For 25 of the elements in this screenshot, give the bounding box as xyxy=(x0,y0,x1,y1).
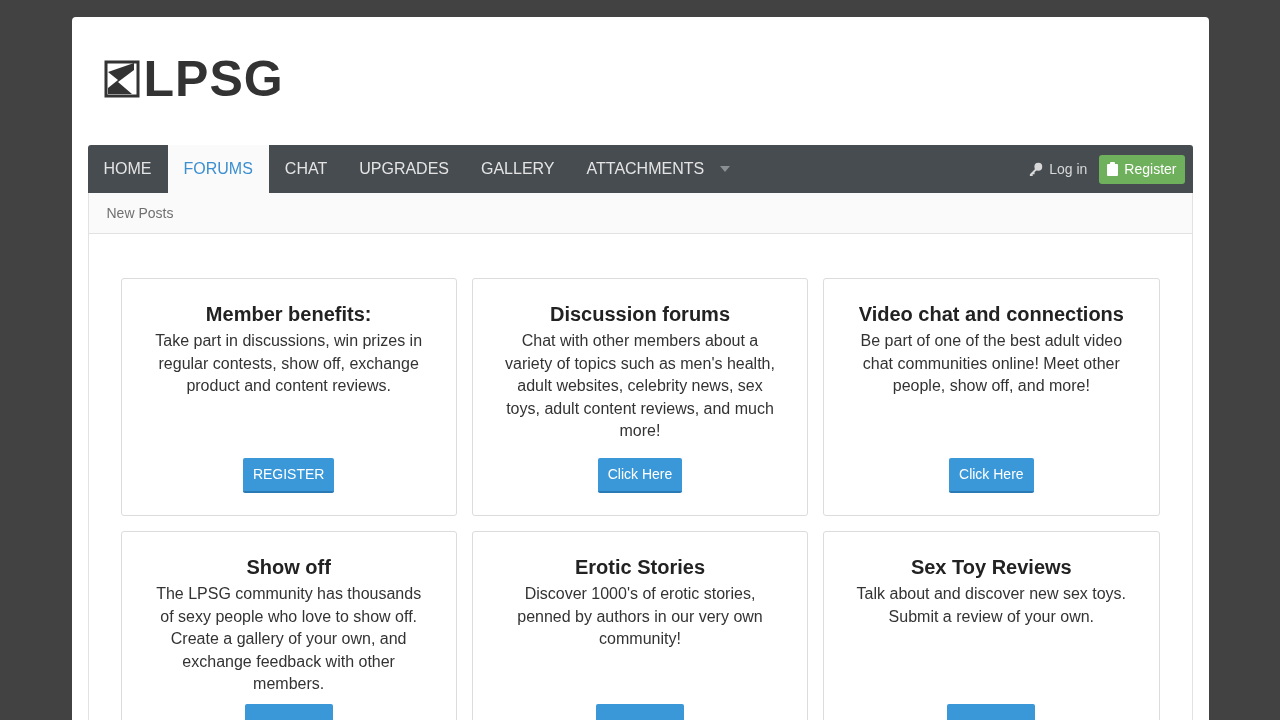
key-icon xyxy=(1028,161,1044,177)
card-description: Talk about and discover new sex toys. Submit a review of your own. xyxy=(855,584,1128,627)
card-description: Take part in discussions, win prizes in regular contests, show off, exchange product and content reviews. xyxy=(154,331,424,396)
login-link[interactable]: Log in xyxy=(1024,158,1092,180)
nav-tab[interactable]: CHAT xyxy=(268,145,344,193)
card-description: The LPSG community has thousands of sexy people who love to show off. Create a gallery of your own, and exchange feedback with other members. xyxy=(155,584,423,694)
card-title: Show off xyxy=(246,555,331,580)
nav-tab[interactable]: FORUMS xyxy=(167,145,269,193)
sub-nav-link[interactable]: New Posts xyxy=(106,202,174,224)
card-title: Member benefits: xyxy=(205,302,372,327)
site-logo[interactable]: LPSG xyxy=(103,54,284,104)
card-description: Discover 1000's of erotic stories, penned by authors in our very own community! xyxy=(516,584,764,649)
logo-mark-icon xyxy=(103,60,140,98)
nav-tab[interactable]: UPGRADES xyxy=(343,145,465,193)
nav-tab[interactable]: GALLERY xyxy=(465,145,571,193)
card-description: Chat with other members about a variety of topics such as men's health, adult websites, celebrity news, sex toys, adult content reviews, and much more! xyxy=(504,331,776,441)
card-title: Sex Toy Reviews xyxy=(910,555,1072,580)
clipboard-icon xyxy=(1107,162,1119,176)
nav-tab[interactable]: ATTACHMENTS xyxy=(570,145,747,193)
nav-tab[interactable]: HOME xyxy=(87,145,168,193)
card-title: Erotic Stories xyxy=(574,555,705,580)
card-title: Video chat and connections xyxy=(858,302,1124,327)
card-title: Discussion forums xyxy=(549,302,730,327)
card-description: Be part of one of the best adult video chat communities online! Meet other people, show off, and more! xyxy=(859,331,1124,396)
caret-icon xyxy=(720,166,731,172)
